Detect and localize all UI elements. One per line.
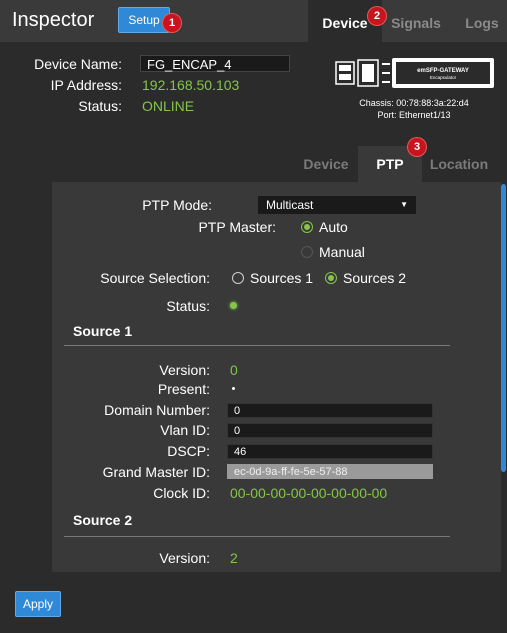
tab-logs[interactable]: Logs [462, 0, 502, 42]
subtab-device[interactable]: Device [300, 146, 352, 182]
subtab-location-label: Location [429, 156, 489, 172]
source2-title: Source 2 [73, 512, 133, 528]
s2-version-value: 2 [230, 550, 238, 566]
module-type: Encapsulator [430, 75, 457, 80]
ptp-mode-value: Multicast [266, 198, 314, 212]
s1-present-label: Present: [157, 381, 210, 397]
apply-button[interactable]: Apply [15, 591, 61, 617]
chevron-down-icon: ▼ [400, 200, 408, 209]
s1-vlan-field[interactable]: 0 [227, 423, 433, 438]
subtab-device-label: Device [303, 156, 349, 172]
sfp-module-image: emSFP-GATEWAY Encapsulator [335, 58, 494, 88]
s1-version-label: Version: [159, 362, 210, 378]
device-name-label: Device Name: [34, 56, 122, 72]
ptp-master-label: PTP Master: [198, 219, 276, 235]
setup-button[interactable]: Setup [118, 7, 170, 33]
chassis-text: Chassis: 00:78:88:3a:22:d4 [359, 98, 469, 108]
source-selection-label: Source Selection: [100, 270, 210, 286]
sources-2-label: Sources 2 [343, 270, 407, 286]
sources-2-radio[interactable] [325, 272, 337, 284]
badge-1: 1 [163, 14, 181, 32]
status-value: ONLINE [142, 98, 195, 114]
tab-device-label: Device [322, 15, 368, 31]
s1-gm-field: ec-0d-9a-ff-fe-5e-57-88 [227, 464, 433, 479]
tab-signals-label: Signals [391, 15, 441, 31]
ptp-mode-label: PTP Mode: [142, 197, 212, 213]
sources-1-label: Sources 1 [250, 270, 314, 286]
ptp-master-auto-radio[interactable] [301, 221, 313, 233]
sources-1-radio[interactable] [232, 272, 244, 284]
ptp-status-led [230, 302, 237, 309]
app-title: Inspector [12, 9, 95, 31]
badge-3: 3 [408, 138, 426, 156]
source1-title: Source 1 [73, 323, 133, 339]
status-label: Status: [78, 98, 122, 114]
badge-2: 2 [368, 7, 386, 25]
ptp-master-auto-label: Auto [319, 219, 348, 235]
tab-signals[interactable]: Signals [386, 0, 446, 42]
device-name-field[interactable]: FG_ENCAP_4 [140, 55, 290, 72]
s1-gm-label: Grand Master ID: [102, 464, 210, 480]
ptp-status-label: Status: [166, 298, 210, 314]
subtab-ptp-label: PTP [376, 156, 404, 172]
ptp-mode-select[interactable]: Multicast ▼ [258, 196, 416, 214]
subtab-location[interactable]: Location [428, 146, 490, 182]
s2-version-label: Version: [159, 550, 210, 566]
s1-present-dot [232, 387, 235, 390]
s1-version-value: 0 [230, 362, 238, 378]
ptp-panel: PTP Mode: Multicast ▼ PTP Master: Auto M… [52, 182, 501, 572]
port-text: Port: Ethernet1/13 [377, 110, 451, 120]
ptp-master-manual-label: Manual [319, 244, 365, 260]
panel-scrollbar[interactable] [501, 184, 506, 472]
s1-dscp-label: DSCP: [167, 443, 210, 459]
footer [0, 572, 507, 633]
s1-domain-label: Domain Number: [104, 402, 210, 418]
s1-dscp-field[interactable]: 46 [227, 444, 433, 459]
s1-clock-label: Clock ID: [153, 485, 210, 501]
s1-vlan-label: Vlan ID: [160, 422, 210, 438]
ptp-master-manual-radio[interactable] [301, 246, 313, 258]
tab-logs-label: Logs [465, 15, 499, 31]
source2-divider [64, 536, 450, 537]
s1-domain-field[interactable]: 0 [227, 403, 433, 418]
ip-address-label: IP Address: [50, 77, 122, 93]
module-brand: emSFP-GATEWAY [417, 68, 469, 74]
ip-address-value: 192.168.50.103 [142, 77, 240, 93]
s1-clock-value: 00-00-00-00-00-00-00-00 [230, 485, 388, 501]
source1-divider [64, 345, 450, 346]
